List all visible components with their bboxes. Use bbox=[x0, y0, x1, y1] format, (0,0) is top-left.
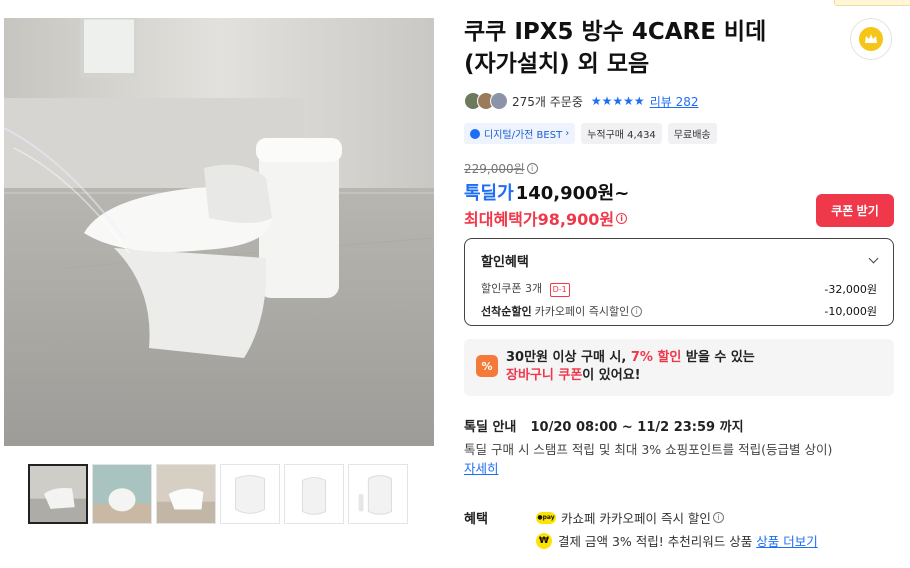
top-tooltip-tag bbox=[834, 0, 910, 6]
first-come-discount-row: 선착순할인 카카오페이 즉시할인 i -10,000원 bbox=[481, 303, 877, 319]
coupon-discount-value: -32,000원 bbox=[824, 282, 877, 296]
benefit-row-kakaopay: ●pay 카쇼페 카카오페이 즉시 할인 i bbox=[536, 508, 724, 527]
category-best-badge[interactable]: 디지털/가전 BEST › bbox=[464, 123, 576, 144]
avatar bbox=[490, 92, 508, 110]
thumbnail-1[interactable] bbox=[28, 464, 88, 524]
product-title: 쿠쿠 IPX5 방수 4CARE 비데 (자가설치) 외 모음 bbox=[464, 19, 767, 77]
promo-highlight: 7% 할인 bbox=[630, 350, 682, 365]
brand-emblem-button[interactable] bbox=[850, 18, 892, 60]
promo-text: 30만원 이상 구매 시, 7% 할인 받을 수 있는 장바구니 쿠폰이 있어요… bbox=[506, 349, 755, 385]
benefit-text: 결제 금액 3% 적립! 추천리워드 상품 bbox=[558, 534, 753, 549]
won-coin-icon: ₩ bbox=[536, 532, 552, 549]
kakaopay-discount-label: 카카오페이 즉시할인 bbox=[534, 305, 630, 318]
deal-description: 톡딜 구매 시 스탬프 적립 및 최대 3% 쇼핑포인트를 적립(등급별 상이) bbox=[464, 442, 833, 457]
info-icon[interactable]: i bbox=[631, 305, 643, 317]
cumulative-purchase-badge: 누적구매 4,434 bbox=[581, 123, 662, 144]
badge-row: 디지털/가전 BEST › 누적구매 4,434 무료배송 bbox=[464, 123, 717, 144]
coupon-discount-row: 할인쿠폰 3개 D-1 -32,000원 bbox=[481, 280, 877, 297]
chevron-down-icon bbox=[868, 253, 879, 264]
original-price-value: 229,000원 bbox=[464, 162, 525, 176]
deal-more-link[interactable]: 자세히 bbox=[464, 458, 499, 477]
info-icon[interactable]: i bbox=[712, 512, 724, 523]
product-main-image bbox=[4, 18, 434, 446]
thumbnail-6[interactable] bbox=[348, 464, 408, 524]
benefit-label: 혜택 bbox=[464, 512, 488, 527]
deal-period: 10/20 08:00 ~ 11/2 23:59 까지 bbox=[530, 420, 744, 435]
max-benefit-text: 최대혜택가98,900원 bbox=[464, 210, 615, 229]
sale-price-label: 톡딜가 bbox=[464, 183, 514, 204]
d-day-tag: D-1 bbox=[549, 283, 570, 297]
get-coupon-button[interactable]: 쿠폰 받기 bbox=[816, 194, 894, 227]
free-shipping-badge: 무료배송 bbox=[667, 123, 717, 144]
discount-panel-title: 할인혜택 bbox=[481, 255, 529, 270]
crown-icon bbox=[859, 27, 883, 51]
buyer-avatars bbox=[464, 92, 508, 110]
review-summary: 275개 주문중 ★★★★★ 리뷰 282 bbox=[464, 91, 699, 111]
promo-text-part: 30만원 이상 구매 시, bbox=[506, 350, 631, 365]
promo-text-part: 받을 수 있는 bbox=[681, 350, 755, 365]
discount-panel: 할인혜택 할인쿠폰 3개 D-1 -32,000원 선착순할인 카카오페이 즉시… bbox=[464, 238, 894, 326]
category-icon bbox=[470, 128, 480, 139]
order-count: 275개 주문중 bbox=[512, 94, 583, 109]
cart-coupon-promo[interactable]: % 30만원 이상 구매 시, 7% 할인 받을 수 있는 장바구니 쿠폰이 있… bbox=[464, 339, 894, 396]
benefit-row-reward: ₩ 결제 금액 3% 적립! 추천리워드 상품 상품 더보기 bbox=[536, 531, 818, 550]
kakaopay-icon: ●pay bbox=[536, 511, 556, 524]
coupon-discount-label: 할인쿠폰 3개 bbox=[481, 282, 543, 295]
benefit-text: 카쇼페 카카오페이 즉시 할인 bbox=[561, 511, 711, 526]
percent-icon: % bbox=[476, 355, 498, 377]
promo-highlight: 장바구니 쿠폰 bbox=[506, 368, 583, 383]
thumbnail-5[interactable] bbox=[284, 464, 344, 524]
promo-text-part: 이 있어요! bbox=[582, 368, 641, 383]
review-link[interactable]: 리뷰 282 bbox=[650, 93, 699, 110]
first-come-discount-value: -10,000원 bbox=[824, 305, 877, 318]
thumbnail-3[interactable] bbox=[156, 464, 216, 524]
thumbnail-2[interactable] bbox=[92, 464, 152, 524]
badge-label: 누적구매 4,434 bbox=[587, 130, 656, 141]
info-icon[interactable]: i bbox=[616, 212, 628, 224]
thumbnail-4[interactable] bbox=[220, 464, 280, 524]
badge-label: 디지털/가전 BEST bbox=[484, 130, 563, 141]
deal-info: 톡딜 안내 10/20 08:00 ~ 11/2 23:59 까지 bbox=[464, 416, 744, 435]
sale-price: 톡딜가 140,900원~ bbox=[464, 179, 629, 205]
max-benefit-price: 최대혜택가98,900원 i bbox=[464, 206, 628, 230]
deal-info-label: 톡딜 안내 bbox=[464, 420, 517, 435]
thumbnail-strip bbox=[28, 464, 408, 524]
badge-label: 무료배송 bbox=[673, 130, 711, 141]
more-products-link[interactable]: 상품 더보기 bbox=[756, 531, 817, 550]
chevron-right-icon: › bbox=[565, 128, 570, 139]
original-price: 229,000원 i bbox=[464, 160, 538, 177]
sale-price-value: 140,900원~ bbox=[515, 183, 630, 204]
info-icon[interactable]: i bbox=[526, 163, 538, 174]
first-come-label: 선착순할인 bbox=[481, 305, 532, 318]
discount-panel-header[interactable]: 할인혜택 bbox=[481, 251, 879, 270]
rating-stars: ★★★★★ bbox=[590, 94, 645, 108]
